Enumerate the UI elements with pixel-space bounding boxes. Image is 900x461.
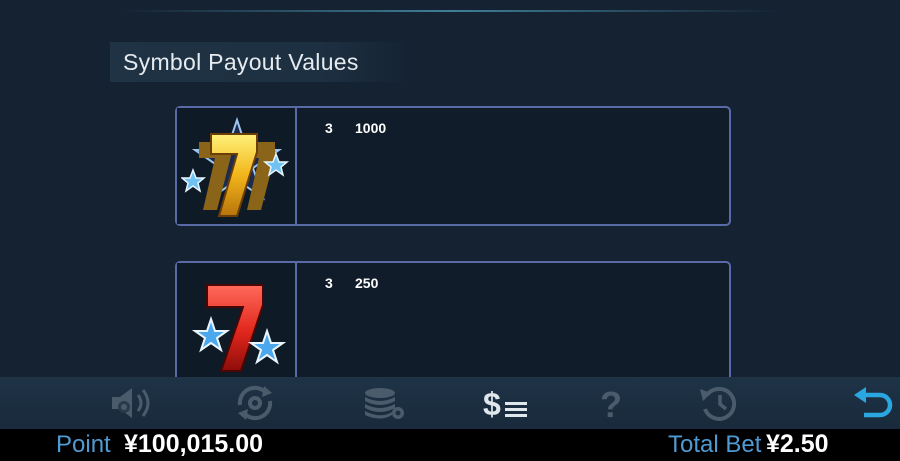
svg-text:?: ?: [600, 385, 622, 421]
sound-settings-button[interactable]: [103, 383, 159, 423]
help-button[interactable]: ?: [584, 383, 640, 423]
bet-settings-icon: [365, 388, 404, 419]
symbol-cell: [177, 108, 297, 224]
section-title: Symbol Payout Values: [123, 48, 359, 75]
help-icon: ?: [600, 385, 622, 421]
payout-count: 3: [325, 275, 333, 291]
svg-text:$: $: [483, 386, 501, 421]
payout-row: 3 1000: [175, 106, 731, 226]
red-seven-stars-icon: [191, 284, 287, 372]
payout-list[interactable]: 3 1000 3 250: [0, 90, 900, 377]
payout-value: 1000: [355, 120, 387, 136]
point-label: Point: [56, 431, 111, 458]
autoplay-settings-button[interactable]: [227, 383, 283, 423]
section-title-banner: Symbol Payout Values: [110, 42, 410, 82]
total-bet-label: Total Bet: [668, 431, 762, 458]
bottom-toolbar: $ ?: [0, 377, 900, 429]
autoplay-settings-icon: [237, 385, 273, 421]
sound-settings-icon: [112, 388, 150, 418]
symbol-cell: [177, 263, 297, 377]
point-value: ¥100,015.00: [124, 430, 264, 458]
bet-settings-button[interactable]: [355, 383, 411, 423]
payout-value: 250: [355, 275, 379, 291]
back-arrow-icon: [854, 387, 893, 418]
paytable-icon: $: [483, 386, 527, 421]
paytable-button[interactable]: $: [478, 383, 534, 423]
back-button[interactable]: [846, 383, 900, 423]
gold-seven-stars-icon: [181, 116, 290, 217]
history-icon: [700, 386, 737, 421]
total-bet-value: ¥2.50: [766, 430, 829, 458]
top-divider: [120, 10, 780, 12]
history-button[interactable]: [692, 383, 748, 423]
payout-row: 3 250: [175, 261, 731, 377]
payout-count: 3: [325, 120, 333, 136]
status-bar: Point ¥100,015.00 Total Bet ¥2.50: [0, 429, 900, 461]
